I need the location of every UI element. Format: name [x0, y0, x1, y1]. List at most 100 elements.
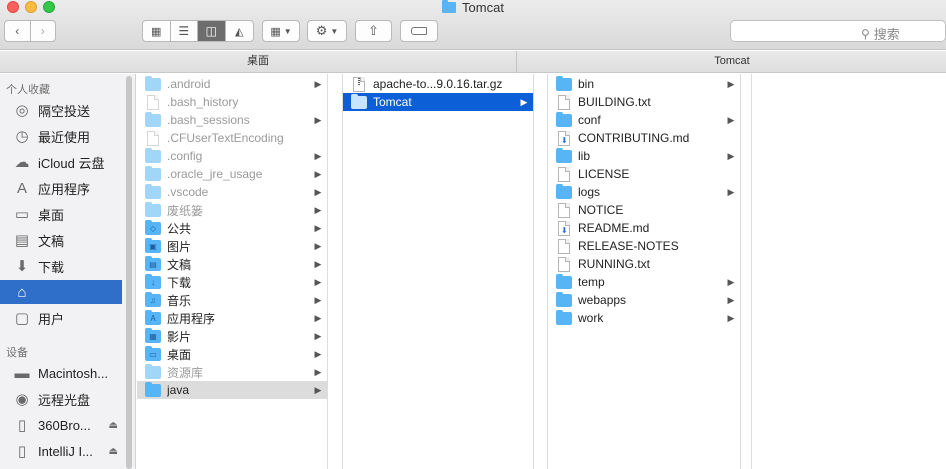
folder-icon	[442, 0, 457, 13]
sidebar-item[interactable]: ⌂	[0, 280, 122, 304]
folder-row[interactable]: ▭ 桌面 ▶	[137, 345, 327, 363]
home-icon: ⌂	[17, 283, 27, 301]
disclosure-arrow-icon: ▶	[727, 312, 735, 323]
disclosure-arrow-icon: ▶	[314, 276, 322, 287]
file-row[interactable]: RELEASE-NOTES	[548, 237, 740, 255]
sidebar-item-label: 360Bro...	[38, 417, 91, 433]
eject-icon[interactable]: ⏏	[109, 446, 118, 457]
column-view-button[interactable]: ◫	[198, 21, 226, 41]
remote-disc-icon: ◉	[15, 391, 29, 408]
column-divider[interactable]	[328, 74, 343, 469]
folder-row[interactable]: ▦ 影片 ▶	[137, 327, 327, 345]
folder-row[interactable]: temp ▶	[548, 273, 740, 291]
folder-row[interactable]: bin ▶	[548, 75, 740, 93]
disclosure-arrow-icon: ▶	[727, 78, 735, 89]
folder-row[interactable]: java ▶	[137, 381, 327, 399]
disclosure-arrow-icon: ▶	[520, 96, 528, 107]
folder-row[interactable]: logs ▶	[548, 183, 740, 201]
tag-icon	[411, 27, 427, 35]
folder-icon	[556, 291, 572, 307]
folder-row[interactable]: .vscode ▶	[137, 183, 327, 201]
action-button[interactable]: ⚙ ▼	[307, 20, 347, 42]
file-row[interactable]: NOTICE	[548, 201, 740, 219]
sidebar-item-label: 最近使用	[38, 129, 91, 145]
disclosure-arrow-icon: ▶	[314, 384, 322, 395]
sidebar-item[interactable]: ▯ 360Bro... ⏏	[0, 413, 122, 437]
item-name: 影片	[167, 329, 192, 344]
sidebar-item[interactable]: ▯ IntelliJ I... ⏏	[0, 439, 122, 463]
folder-row[interactable]: .config ▶	[137, 147, 327, 165]
applications-icon: A	[16, 179, 27, 197]
sidebar-item-label: 文稿	[38, 233, 65, 249]
list-view-button[interactable]: ☰	[171, 21, 198, 41]
icon-view-button[interactable]: ▦	[143, 21, 171, 41]
sidebar-item-label: 下载	[38, 259, 65, 275]
folder-icon: ▣	[145, 237, 161, 253]
sidebar-item[interactable]: ▭ 桌面	[0, 202, 122, 226]
eject-icon[interactable]: ⏏	[109, 420, 118, 431]
file-row[interactable]: .bash_history	[137, 93, 327, 111]
folder-icon	[145, 111, 161, 127]
grid-icon: ▦	[151, 25, 162, 38]
folder-row[interactable]: 废纸篓 ▶	[137, 201, 327, 219]
file-row[interactable]: BUILDING.txt	[548, 93, 740, 111]
item-name: 文稿	[167, 257, 192, 272]
folder-icon: A	[145, 309, 161, 325]
file-row[interactable]: .CFUserTextEncoding	[137, 129, 327, 147]
disclosure-arrow-icon: ▶	[314, 294, 322, 305]
document-icon	[558, 256, 570, 272]
share-button[interactable]: ⇧	[355, 20, 392, 42]
folder-row[interactable]: conf ▶	[548, 111, 740, 129]
users-folder-icon: ▢	[14, 310, 30, 327]
sidebar-item[interactable]: ☁ iCloud 云盘	[0, 150, 122, 174]
item-name: webapps	[578, 293, 627, 307]
sidebar-item[interactable]: ◉ 远程光盘	[0, 387, 122, 411]
folder-icon: ↓	[145, 273, 161, 289]
column-divider[interactable]	[534, 74, 548, 469]
gallery-icon: ◭	[235, 25, 244, 38]
sidebar-item[interactable]: ⬇ 下载	[0, 254, 122, 278]
back-button[interactable]: ‹	[5, 21, 31, 41]
folder-row[interactable]: lib ▶	[548, 147, 740, 165]
folder-row[interactable]: .android ▶	[137, 75, 327, 93]
folder-icon	[145, 147, 161, 163]
folder-row[interactable]: .bash_sessions ▶	[137, 111, 327, 129]
sidebar-item[interactable]: ▬ Macintosh...	[0, 361, 122, 385]
search-field[interactable]: ⚲ 搜索	[730, 20, 946, 42]
disclosure-arrow-icon: ▶	[314, 240, 322, 251]
item-name: RELEASE-NOTES	[578, 239, 679, 253]
gallery-view-button[interactable]: ◭	[226, 21, 253, 41]
sidebar-item[interactable]: ▢ 用户	[0, 306, 122, 330]
folder-row[interactable]: 资源库 ▶	[137, 363, 327, 381]
folder-row[interactable]: work ▶	[548, 309, 740, 327]
file-row[interactable]: apache-to...9.0.16.tar.gz	[343, 75, 533, 93]
folder-row[interactable]: webapps ▶	[548, 291, 740, 309]
file-row[interactable]: LICENSE	[548, 165, 740, 183]
sidebar-item[interactable]: ◷ 最近使用	[0, 124, 122, 148]
sidebar-scrollbar[interactable]	[125, 74, 133, 469]
folder-row[interactable]: ▤ 文稿 ▶	[137, 255, 327, 273]
disclosure-arrow-icon: ▶	[314, 204, 322, 215]
tags-button[interactable]	[400, 20, 438, 42]
item-name: 废纸篓	[167, 203, 204, 218]
folder-row[interactable]: ↓ 下载 ▶	[137, 273, 327, 291]
folder-row[interactable]: ▣ 图片 ▶	[137, 237, 327, 255]
forward-button[interactable]: ›	[31, 21, 56, 41]
file-row[interactable]: ⬇ CONTRIBUTING.md	[548, 129, 740, 147]
file-row[interactable]: ⬇ README.md	[548, 219, 740, 237]
sidebar-item[interactable]: A 应用程序	[0, 176, 122, 200]
folder-row[interactable]: ◇ 公共 ▶	[137, 219, 327, 237]
column-divider[interactable]	[741, 74, 752, 469]
sidebar-item[interactable]: ◎ 隔空投送	[0, 98, 122, 122]
sidebar-item-label: IntelliJ I...	[38, 443, 93, 459]
folder-row[interactable]: .oracle_jre_usage ▶	[137, 165, 327, 183]
file-row[interactable]: RUNNING.txt	[548, 255, 740, 273]
folder-icon	[145, 381, 161, 397]
folder-row[interactable]: A 应用程序 ▶	[137, 309, 327, 327]
folder-row[interactable]: Tomcat ▶	[343, 93, 533, 111]
sidebar-item[interactable]: ▤ 文稿	[0, 228, 122, 252]
favorites-header: 个人收藏	[6, 84, 50, 96]
group-button[interactable]: ▦ ▼	[262, 20, 300, 42]
document-icon	[147, 94, 159, 110]
folder-row[interactable]: ♫ 音乐 ▶	[137, 291, 327, 309]
